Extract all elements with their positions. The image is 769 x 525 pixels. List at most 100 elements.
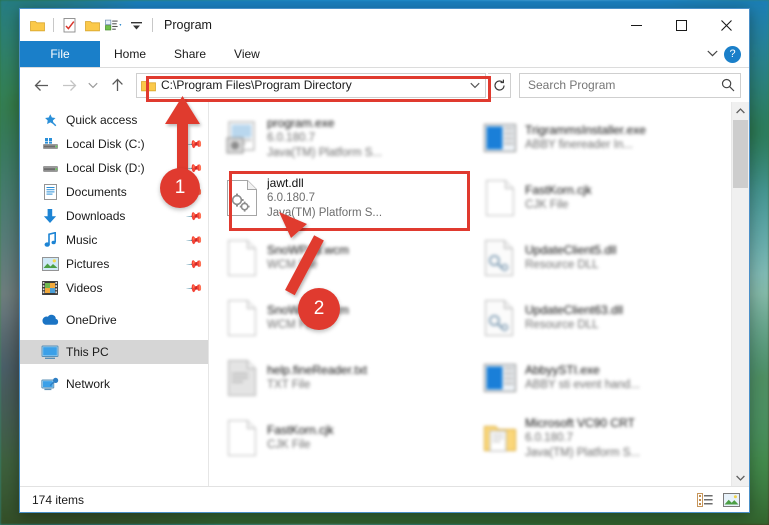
pin-icon[interactable]: 📌 — [186, 159, 205, 177]
file-name: FastKorn.cjk — [525, 183, 592, 197]
sidebar-item-onedrive[interactable]: OneDrive — [20, 308, 208, 332]
file-tile-text: AbbyySTI.exe ABBY sti event hand... — [525, 363, 640, 393]
file-tile[interactable]: TrigrammsInstaller.exe ABBY finereader In… — [471, 108, 729, 168]
file-name: help.fineReader.txt — [267, 363, 368, 377]
explorer-body: Quick access Local Disk (C:) 📌 Local Dis… — [20, 102, 749, 486]
scroll-down-button[interactable] — [732, 469, 749, 486]
ribbon-tab-bar: File Home Share View ? — [20, 41, 749, 68]
large-icons-view-icon[interactable] — [721, 491, 741, 509]
file-detail-line: TXT File — [267, 379, 311, 391]
tab-home[interactable]: Home — [100, 41, 160, 67]
file-name: FastKorn.cjk — [267, 423, 334, 437]
pin-icon[interactable]: 📌 — [186, 279, 205, 297]
file-grid: program.exe 6.0.180.7 Java(TM) Platform S.… — [209, 102, 731, 486]
new-folder-icon[interactable] — [83, 16, 101, 34]
scrollbar-thumb[interactable] — [733, 120, 748, 188]
up-button[interactable] — [104, 72, 130, 98]
file-tile[interactable]: jawt.dll 6.0.180.7 Java(TM) Platform S... — [213, 168, 471, 228]
item-count-label: 174 items — [32, 492, 85, 507]
generic-file-icon — [475, 180, 525, 216]
file-tile[interactable]: Microsoft VC90 CRT 6.0.180.7 Java(TM) Plat… — [471, 408, 729, 468]
file-name: jawt.dll — [267, 175, 304, 190]
dll-gears-icon — [217, 180, 267, 216]
chevron-down-icon[interactable] — [707, 49, 718, 60]
pictures-icon — [40, 257, 60, 271]
sidebar-divider — [20, 300, 208, 308]
pin-icon[interactable]: 📌 — [186, 183, 205, 201]
blue-app-icon — [475, 364, 525, 392]
forward-button[interactable] — [56, 72, 82, 98]
maximize-button[interactable] — [659, 9, 704, 41]
sidebar-item-videos[interactable]: Videos 📌 — [20, 276, 208, 300]
dropdown-icon[interactable] — [127, 16, 145, 34]
sidebar-item-quick-access[interactable]: Quick access — [20, 108, 208, 132]
scroll-up-button[interactable] — [732, 102, 749, 119]
file-tile[interactable]: UpdateClient63.dll Resource DLL — [471, 288, 729, 348]
sidebar-item-local-disk-c[interactable]: Local Disk (C:) 📌 — [20, 132, 208, 156]
file-name: SnoWP15.wcm — [267, 303, 350, 317]
address-toolbar: C:\Program Files\Program Directory — [20, 68, 749, 102]
tab-share[interactable]: Share — [160, 41, 220, 67]
file-name: Microsoft VC90 CRT — [525, 415, 635, 430]
file-detail-line: Java(TM) Platform S... — [267, 146, 383, 159]
folder-icon[interactable] — [28, 16, 46, 34]
sidebar-item-label: Music — [66, 233, 98, 247]
recent-locations-button[interactable] — [84, 72, 102, 98]
details-view-icon[interactable] — [695, 491, 715, 509]
file-detail-line: WCM File — [267, 319, 318, 331]
vertical-scrollbar[interactable] — [731, 102, 749, 486]
file-name: SnoWP13.wcm — [267, 243, 350, 257]
file-tile[interactable]: program.exe 6.0.180.7 Java(TM) Platform S.… — [213, 108, 471, 168]
videos-icon — [40, 281, 60, 295]
file-tile[interactable]: AbbyySTI.exe ABBY sti event hand... — [471, 348, 729, 408]
view-mode-buttons[interactable] — [695, 491, 741, 509]
window-controls[interactable] — [614, 9, 749, 41]
back-button[interactable] — [28, 72, 54, 98]
address-dropdown-icon[interactable] — [465, 75, 485, 96]
file-tile[interactable]: SnoWP15.wcm WCM File — [213, 288, 471, 348]
sidebar-item-network[interactable]: Network — [20, 372, 208, 396]
help-icon[interactable]: ? — [724, 45, 741, 63]
sidebar-item-label: This PC — [66, 345, 109, 359]
tab-view[interactable]: View — [220, 41, 274, 67]
close-button[interactable] — [704, 9, 749, 41]
generic-file-icon — [217, 420, 267, 456]
pin-icon[interactable]: 📌 — [186, 135, 205, 153]
file-detail-line: 6.0.180.7 — [525, 431, 573, 444]
sidebar-item-label: Pictures — [66, 257, 110, 271]
downloads-icon — [40, 208, 60, 224]
file-tile[interactable]: help.fineReader.txt TXT File — [213, 348, 471, 408]
minimize-button[interactable] — [614, 9, 659, 41]
search-input[interactable] — [520, 77, 716, 93]
file-tile-text: TrigrammsInstaller.exe ABBY finereader In… — [525, 123, 646, 153]
sidebar-item-local-disk-d[interactable]: Local Disk (D:) 📌 — [20, 156, 208, 180]
title-bar: Program — [20, 9, 749, 41]
search-icon[interactable] — [716, 78, 740, 92]
sidebar-item-documents[interactable]: Documents 📌 — [20, 180, 208, 204]
generic-file-icon — [217, 300, 267, 336]
file-tile-text: jawt.dll 6.0.180.7 Java(TM) Platform S... — [267, 176, 382, 221]
refresh-button[interactable] — [488, 72, 511, 98]
pin-icon[interactable]: 📌 — [186, 255, 205, 273]
sidebar-item-this-pc[interactable]: This PC — [20, 340, 208, 364]
customize-toolbar-icon[interactable] — [105, 16, 123, 34]
file-tile[interactable]: SnoWP13.wcm WCM File — [213, 228, 471, 288]
file-tile[interactable]: FastKorn.cjk CJK File — [213, 408, 471, 468]
file-detail-line: ABBY finereader In... — [525, 139, 633, 151]
properties-icon[interactable] — [61, 16, 79, 34]
address-bar[interactable]: C:\Program Files\Program Directory — [136, 72, 486, 98]
search-box[interactable] — [519, 72, 741, 98]
sidebar-item-music[interactable]: Music 📌 — [20, 228, 208, 252]
pin-icon[interactable]: 📌 — [186, 231, 205, 249]
sidebar-item-label: Local Disk (C:) — [66, 137, 145, 151]
tab-file[interactable]: File — [20, 41, 100, 67]
sidebar-item-pictures[interactable]: Pictures 📌 — [20, 252, 208, 276]
file-detail-line: 6.0.180.7 — [267, 191, 315, 204]
file-tile-text: SnoWP13.wcm WCM File — [267, 243, 349, 273]
file-tile[interactable]: UpdateClient5.dll Resource DLL — [471, 228, 729, 288]
pin-icon[interactable]: 📌 — [186, 207, 205, 225]
quick-access-toolbar[interactable] — [20, 16, 156, 34]
sidebar-item-downloads[interactable]: Downloads 📌 — [20, 204, 208, 228]
file-detail-line: CJK File — [267, 439, 311, 451]
file-tile[interactable]: FastKorn.cjk CJK File — [471, 168, 729, 228]
